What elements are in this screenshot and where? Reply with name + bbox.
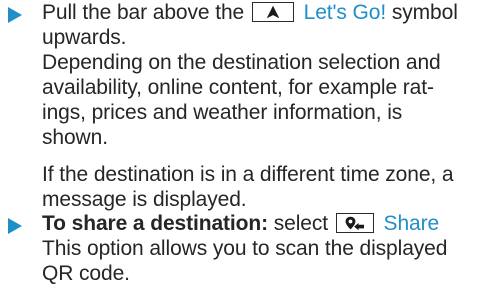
share-heading: To share a destination: [42, 212, 269, 235]
step-1-intro: Pull the bar above the [42, 1, 245, 24]
share-icon-box [335, 213, 374, 233]
step-1-p1-line-1: Depending on the destination selection a… [42, 51, 441, 74]
triangle-bullet-icon [8, 7, 22, 23]
navigation-arrow-icon [266, 5, 280, 19]
location-share-icon [345, 216, 364, 231]
step-1-p2-line-1: If the destination is in a different tim… [42, 163, 454, 186]
step-1-p2-line-2: message is displayed. [42, 188, 247, 211]
lets-go-icon-box [251, 2, 294, 22]
step-1-text: Pull the bar above the Let's Go! symbol … [42, 0, 472, 212]
document-page: { "step1": { "line1_before": "Pull the b… [0, 0, 478, 299]
step-1-p1-line-2: availability, online content, for exampl… [42, 76, 434, 99]
step-1-line-2: upwards. [42, 26, 127, 49]
triangle-bullet-icon [8, 218, 22, 234]
select-text: select [273, 212, 329, 235]
step-2-line-3: QR code. [42, 262, 130, 285]
step-2-line-1: To share a destination: select Share [42, 211, 472, 236]
step-2-text: To share a destination: select Share Thi… [42, 211, 472, 286]
step-1-p1-line-3: ings, prices and weather information, is [42, 101, 403, 124]
step-1-p1-line-4: shown. [42, 126, 108, 149]
step-2-line-2: This option allows you to scan the displ… [42, 237, 448, 260]
step-1-line-1: Pull the bar above the Let's Go! symbol [42, 0, 472, 25]
lets-go-label: Let's Go! [303, 1, 387, 24]
share-label: Share [383, 212, 440, 235]
step-1-intro-end: symbol [391, 1, 458, 24]
